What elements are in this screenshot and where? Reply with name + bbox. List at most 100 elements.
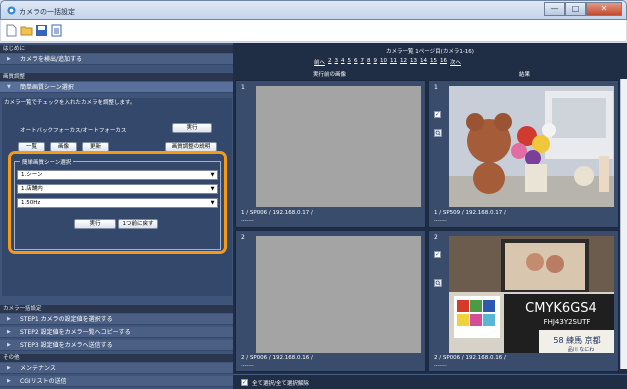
menu-item-maintenance[interactable]: ▶ メンテナンス	[0, 363, 233, 374]
prev-page-link[interactable]: 前へ	[314, 58, 325, 66]
dropdown-arrow-icon: ▼	[210, 172, 215, 178]
page-link[interactable]: 5	[348, 58, 352, 66]
photo-text-3: 58 練馬 京都	[553, 335, 600, 345]
expand-arrow-icon: ▶	[7, 378, 11, 384]
menu-item-label: カメラを検出/追加する	[20, 56, 83, 63]
expand-arrow-icon: ▶	[7, 342, 11, 348]
photo-text-4: 品川 なにわ	[568, 346, 595, 353]
save-icon[interactable]	[35, 24, 48, 37]
page-link[interactable]: 8	[367, 58, 371, 66]
toolbar	[1, 20, 626, 42]
page-link[interactable]: 14	[420, 58, 427, 66]
title-bar: カメラの一括設定 — □ ✕	[0, 0, 627, 20]
open-folder-icon[interactable]	[20, 24, 33, 37]
dropdown-arrow-icon: ▼	[210, 186, 215, 192]
menu-item-label: STEP3 設定値をカメラへ送信する	[20, 342, 113, 349]
camera-result-photo: CMYK6GS4 FHJ43Y2SUTF 58 練馬 京都 品川 なにわ	[449, 236, 614, 353]
vertical-scrollbar[interactable]	[620, 79, 627, 369]
select-value: 1.50Hz	[21, 200, 41, 206]
camera-number: 1	[241, 84, 245, 91]
pager: 前へ 2 3 4 5 6 7 8 9 10 11 12 13 14 15 16 …	[314, 58, 461, 66]
select-all-checkbox[interactable]: ✓	[241, 379, 248, 386]
expand-arrow-icon: ▶	[7, 316, 11, 322]
camera-status: -------	[434, 218, 447, 224]
section-header-intro: はじめに	[0, 45, 233, 53]
page-link[interactable]: 7	[361, 58, 365, 66]
page-link[interactable]: 9	[374, 58, 378, 66]
menu-item-simple-scene[interactable]: ▼ 簡単画質シーン選択	[0, 82, 233, 93]
scene-photo-illustration	[449, 86, 614, 207]
frequency-select[interactable]: 1.50Hz ▼	[17, 198, 218, 208]
camera-result-photo	[449, 86, 614, 207]
camera-card-before-2: 2 2 / SP006 / 192.168.0.16 / -------	[235, 230, 426, 372]
page-link[interactable]: 13	[410, 58, 417, 66]
camera-checkbox[interactable]: ✓	[434, 111, 441, 118]
menu-item-detect-camera[interactable]: ▶ カメラを検出/追加する	[0, 54, 233, 65]
export-icon[interactable]	[50, 24, 63, 37]
page-link[interactable]: 6	[354, 58, 358, 66]
camera-checkbox[interactable]: ✓	[434, 251, 441, 258]
page-link[interactable]: 16	[440, 58, 447, 66]
window-title: カメラの一括設定	[19, 8, 75, 16]
select-value: 1.店舗内	[21, 186, 43, 192]
menu-item-label: メンテナンス	[20, 365, 56, 372]
camera-info: 2 / SP006 / 192.168.0.16 /	[434, 355, 506, 361]
page-link[interactable]: 15	[430, 58, 437, 66]
expand-arrow-icon: ▶	[7, 56, 11, 62]
group-label: 簡単画質シーン選択	[20, 158, 74, 166]
camera-card-result-2: 2 ✓ CMYK6GS4 FHJ43Y2SUTF 58 練馬 京都 品川 なにわ…	[428, 230, 619, 372]
minimize-button[interactable]: —	[544, 2, 565, 16]
zoom-icon[interactable]	[434, 279, 442, 287]
menu-item-step1[interactable]: ▶ STEP1 カメラの設定値を選択する	[0, 314, 233, 325]
menu-item-label: 簡単画質シーン選択	[20, 84, 74, 91]
new-file-icon[interactable]	[5, 24, 18, 37]
autofocus-label: オートバックフォーカス/オートフォーカス	[20, 128, 127, 134]
camera-info: 2 / SP006 / 192.168.0.16 /	[241, 355, 313, 361]
camera-status: -------	[241, 218, 254, 224]
result-column-header: 結果	[518, 72, 530, 78]
scene-exec-button[interactable]: 実行	[74, 219, 116, 229]
zoom-icon[interactable]	[434, 129, 442, 137]
autofocus-exec-button[interactable]: 実行	[172, 123, 212, 133]
info-text: カメラ一覧でチェックを入れたカメラを調整します。	[4, 100, 136, 106]
photo-text-2: FHJ43Y2SUTF	[544, 318, 591, 326]
section-header-bulk: カメラ一括設定	[0, 305, 233, 313]
page-link[interactable]: 11	[390, 58, 397, 66]
camera-number: 1	[434, 84, 438, 91]
next-page-link[interactable]: 次へ	[450, 58, 461, 66]
camera-card-before-1: 1 1 / SP006 / 192.168.0.17 / -------	[235, 80, 426, 228]
camera-status: -------	[241, 363, 254, 369]
camera-info: 1 / SP509 / 192.168.0.17 /	[434, 210, 506, 216]
section-header-image-adjust: 画質調整	[0, 73, 233, 81]
undo-button[interactable]: 1つ前に戻す	[118, 219, 158, 229]
select-all-label: 全て選択/全て選択解除	[252, 381, 309, 387]
page-link[interactable]: 4	[341, 58, 345, 66]
dropdown-arrow-icon: ▼	[210, 200, 215, 206]
page-link[interactable]: 12	[400, 58, 407, 66]
camera-image-placeholder	[256, 236, 421, 353]
scene-photo-illustration: CMYK6GS4 FHJ43Y2SUTF 58 練馬 京都 品川 なにわ	[449, 236, 614, 353]
select-value: 1.シーン	[21, 172, 43, 178]
collapse-arrow-icon: ▼	[7, 84, 11, 90]
camera-card-result-1: 1 ✓ 1 / SP509 / 192.168.0.17 / -------	[428, 80, 619, 228]
section-header-other: その他	[0, 354, 233, 362]
before-column-header: 実行前の画像	[312, 72, 346, 78]
place-select[interactable]: 1.店舗内 ▼	[17, 184, 218, 194]
maximize-button[interactable]: □	[565, 2, 586, 16]
camera-info: 1 / SP006 / 192.168.0.17 /	[241, 210, 313, 216]
menu-item-label: CGIリストの送信	[20, 378, 67, 385]
camera-number: 2	[241, 234, 245, 241]
page-link[interactable]: 3	[335, 58, 339, 66]
page-link[interactable]: 2	[328, 58, 332, 66]
menu-item-step2[interactable]: ▶ STEP2 設定値をカメラ一覧へコピーする	[0, 327, 233, 338]
menu-item-step3[interactable]: ▶ STEP3 設定値をカメラへ送信する	[0, 340, 233, 351]
page-link[interactable]: 10	[380, 58, 387, 66]
scene-select[interactable]: 1.シーン ▼	[17, 170, 218, 180]
photo-text-1: CMYK6GS4	[525, 301, 597, 316]
menu-item-cgi-send[interactable]: ▶ CGIリストの送信	[0, 376, 233, 387]
camera-image-placeholder	[256, 86, 421, 207]
bottom-bar: ✓ 全て選択/全て選択解除	[233, 374, 627, 389]
app-icon	[7, 6, 16, 15]
expand-arrow-icon: ▶	[7, 365, 11, 371]
close-button[interactable]: ✕	[586, 2, 622, 16]
